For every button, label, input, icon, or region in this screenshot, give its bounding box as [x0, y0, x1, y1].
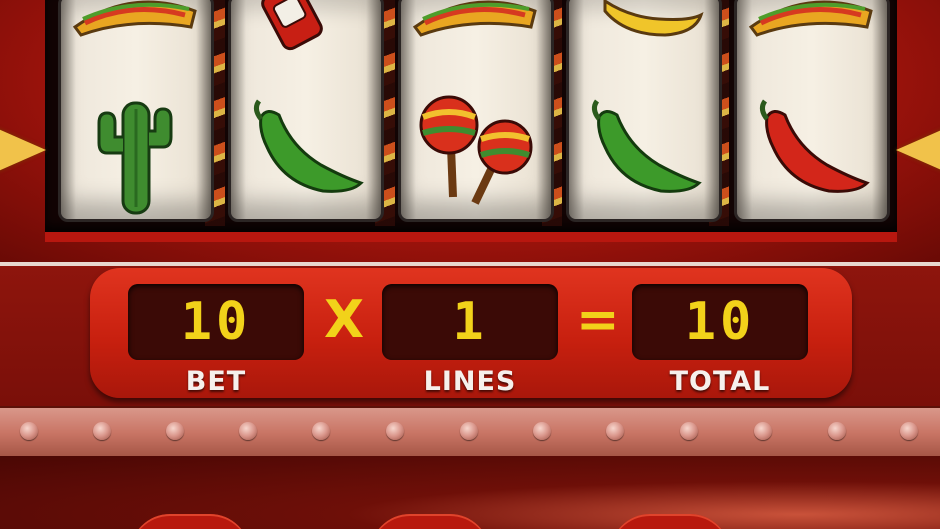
payline-left-arrow-icon	[0, 128, 46, 172]
taco-icon	[72, 0, 197, 37]
reel-4[interactable]	[566, 0, 722, 222]
control-button[interactable]	[610, 514, 730, 529]
rivet	[93, 422, 111, 440]
green-chili-pepper-icon	[253, 99, 364, 193]
control-button[interactable]	[370, 514, 490, 529]
red-chili-pepper-icon	[759, 99, 870, 193]
maracas-icon	[419, 95, 533, 205]
rivet	[680, 422, 698, 440]
slot-machine: 10 X 1 = 10 BET LINES TOTAL	[0, 0, 940, 529]
bet-panel: 10 X 1 = 10 BET LINES TOTAL	[0, 266, 940, 406]
control-area	[0, 456, 940, 529]
reel-frame	[0, 0, 940, 262]
rivet	[828, 422, 846, 440]
rivet	[20, 422, 38, 440]
rivet	[312, 422, 330, 440]
yellow-chili-pepper-icon	[603, 0, 704, 37]
reel-1[interactable]	[58, 0, 214, 222]
bet-panel-inner: 10 X 1 = 10 BET LINES TOTAL	[90, 268, 852, 398]
rivet	[900, 422, 918, 440]
rivet	[754, 422, 772, 440]
taco-icon	[412, 0, 537, 37]
control-button[interactable]	[130, 514, 250, 529]
multiply-sign: X	[324, 290, 365, 350]
green-chili-pepper-icon	[591, 99, 702, 193]
bet-display[interactable]: 10	[128, 284, 304, 360]
reel-2[interactable]	[228, 0, 384, 222]
rivet	[533, 422, 551, 440]
reel-5[interactable]	[734, 0, 890, 222]
reel-3[interactable]	[398, 0, 554, 222]
payline-right-arrow-icon	[896, 128, 940, 172]
rivet	[606, 422, 624, 440]
hot-sauce-bottle-icon	[261, 0, 323, 51]
rivet-bar	[0, 406, 940, 461]
taco-icon	[748, 0, 873, 37]
bet-label: BET	[185, 366, 247, 397]
rivet	[386, 422, 404, 440]
rivet	[166, 422, 184, 440]
cactus-icon	[97, 101, 173, 215]
total-label: TOTAL	[669, 366, 771, 397]
lines-label: LINES	[423, 366, 517, 397]
rivet	[239, 422, 257, 440]
total-display: 10	[632, 284, 808, 360]
equals-sign: =	[576, 290, 620, 350]
lines-display[interactable]: 1	[382, 284, 558, 360]
rivet	[460, 422, 478, 440]
